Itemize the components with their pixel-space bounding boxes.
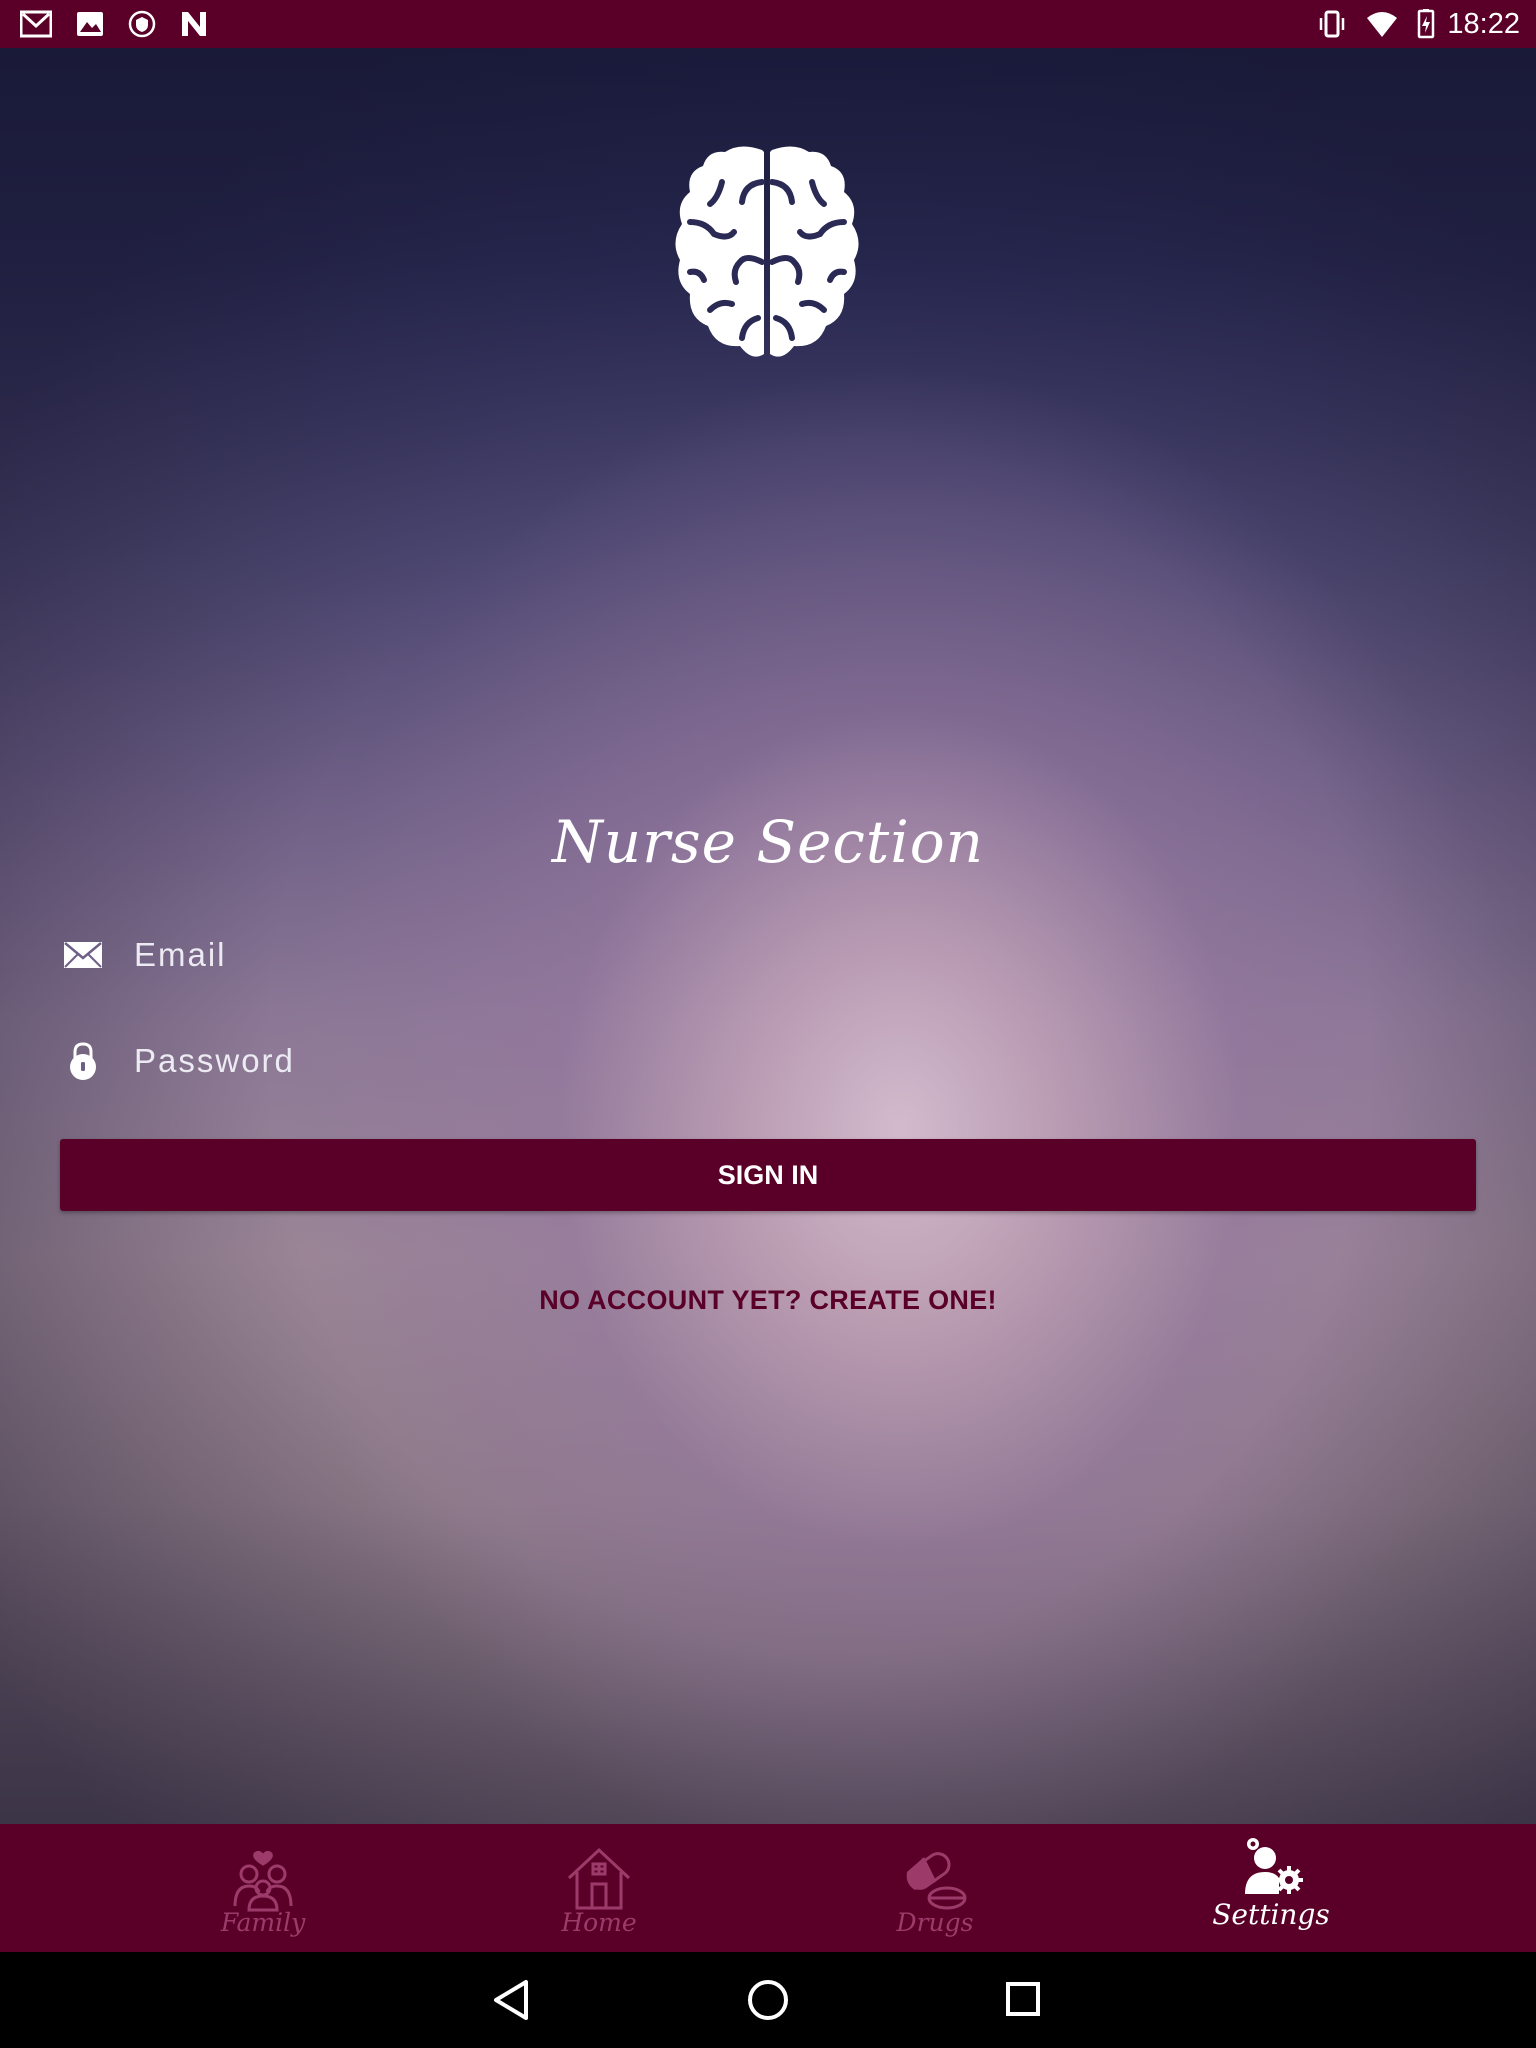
pill-icon [906,1852,967,1910]
bottom-navigation: Family Home Drugs Settings [0,1824,1536,1952]
n-logo-icon [182,12,206,36]
status-bar: 18:22 [0,0,1536,48]
family-icon [233,1850,293,1912]
nav-label-home: Home [561,1908,637,1937]
wifi-icon [1367,12,1397,37]
password-field[interactable]: Password [58,1026,1478,1096]
nav-item-home[interactable]: Home [499,1824,699,1952]
nav-label-family: Family [220,1908,306,1937]
shield-icon [128,10,156,38]
home-circle-icon[interactable] [742,1974,794,2026]
home-icon [567,1847,631,1910]
nav-item-family[interactable]: Family [163,1824,363,1952]
system-navigation-bar [0,1952,1536,2048]
vibrate-icon [1319,10,1345,38]
email-field[interactable]: Email [58,920,1478,990]
nav-label-drugs: Drugs [896,1908,974,1937]
settings-person-icon [1245,1838,1303,1894]
email-icon [64,942,102,968]
login-screen: Nurse Section Email Password SIGN IN NO … [0,48,1536,1824]
recents-icon[interactable] [998,1974,1050,2026]
nav-item-drugs[interactable]: Drugs [835,1824,1035,1952]
email-placeholder: Email [134,936,227,973]
battery-icon [1417,9,1435,39]
nav-label-settings: Settings [1212,1898,1330,1931]
lock-icon [70,1042,96,1080]
sign-in-button[interactable]: SIGN IN [60,1139,1476,1211]
nav-item-settings[interactable]: Settings [1171,1824,1371,1952]
status-time: 18:22 [1447,8,1520,40]
page-title: Nurse Section [551,808,985,876]
gmail-icon [20,10,52,38]
create-account-link[interactable]: NO ACCOUNT YET? CREATE ONE! [0,1285,1536,1316]
back-icon[interactable] [486,1974,538,2026]
password-placeholder: Password [134,1042,295,1079]
brain-icon [675,146,859,357]
image-icon [77,12,103,36]
